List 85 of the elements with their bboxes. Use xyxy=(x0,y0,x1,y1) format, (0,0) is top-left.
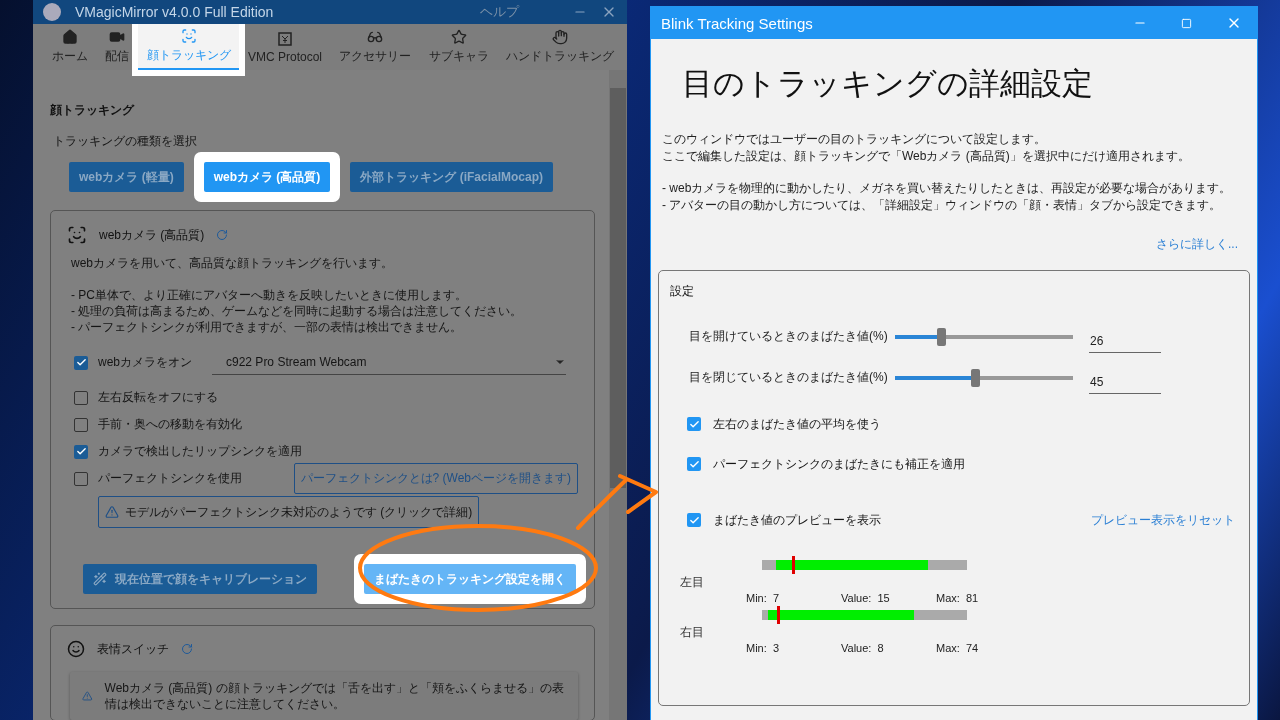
hand-icon xyxy=(552,29,569,45)
nav-tab[interactable]: VMC Protocol xyxy=(239,24,331,70)
square-icon xyxy=(277,30,293,47)
checkbox[interactable] xyxy=(687,417,701,431)
home-icon xyxy=(61,29,78,45)
magic-wand-icon xyxy=(93,572,107,586)
slider-thumb[interactable] xyxy=(971,368,981,387)
star-icon xyxy=(450,29,467,45)
checkbox-label: カメラで検出したリップシンクを適用 xyxy=(98,443,302,460)
checkbox-label: 左右反転をオフにする xyxy=(98,389,218,406)
checkbox[interactable] xyxy=(687,513,701,527)
window-title: Blink Tracking Settings xyxy=(661,14,814,32)
card-title: webカメラ (高品質) xyxy=(99,226,205,244)
smiley-icon xyxy=(67,640,85,658)
eye-label: 右目 xyxy=(680,623,705,641)
note-text: - 処理の負荷は高まるため、ゲームなどを同時に起動する場合は注意してください。 xyxy=(71,303,524,319)
slider-label: 目を閉じているときのまばたき値(%) xyxy=(689,369,889,386)
intro-text: ここで編集した設定は、顔トラッキングで「Webカメラ (高品質)」を選択中にだけ適用されます。 xyxy=(662,148,1191,165)
more-info-link[interactable]: さらに詳しく... xyxy=(1156,236,1238,253)
check-icon xyxy=(688,514,700,526)
nav-tab[interactable]: サブキャラ xyxy=(420,24,498,70)
slider-thumb[interactable] xyxy=(937,327,947,346)
maximize-icon xyxy=(1181,17,1192,29)
checkbox[interactable] xyxy=(687,457,701,471)
note-text: - webカメラを物理的に動かしたり、メガネを買い替えたりしたときは、再設定が必要な場合があります。 xyxy=(662,180,1233,197)
card-title: 表情スイッチ xyxy=(97,640,169,658)
check-icon xyxy=(75,357,87,368)
note-text: - PC単体で、より正確にアバターへ動きを反映したいときに使用します。 xyxy=(71,287,468,303)
calibrate-button[interactable]: 現在位置で顔をキャリブレーション xyxy=(83,564,317,594)
face-icon xyxy=(67,225,87,245)
checkbox-label: 左右のまばたき値の平均を使う xyxy=(713,415,881,433)
value-field[interactable]: 45 xyxy=(1089,371,1161,394)
camera-select[interactable]: c922 Pro Stream Webcam xyxy=(212,350,566,375)
check-icon xyxy=(688,458,700,470)
tracking-type-label: トラッキングの種類を選択 xyxy=(53,133,198,150)
face-icon xyxy=(180,28,197,44)
stat-text: Value: 8 xyxy=(841,642,885,654)
stat-text: Value: 15 xyxy=(841,592,891,604)
checkbox-label: 手前・奥への移動を有効化 xyxy=(98,416,242,433)
stat-text: Max: 81 xyxy=(936,592,980,604)
checkbox[interactable] xyxy=(74,355,88,370)
description-text: webカメラを用いて、高品質な顔トラッキングを行います。 xyxy=(71,255,394,271)
nav-tab[interactable]: ハンドトラッキング xyxy=(497,24,623,70)
stat-text: Max: 74 xyxy=(936,642,980,654)
slider-label: 目を開けているときのまばたき値(%) xyxy=(689,328,889,345)
warning-button[interactable]: モデルがパーフェクトシンク未対応のようです (クリックで詳細) xyxy=(98,496,480,528)
refresh-icon[interactable] xyxy=(216,229,229,241)
checkbox[interactable] xyxy=(74,444,88,459)
checkbox-label: まばたき値のプレビューを表示 xyxy=(713,511,881,529)
warning-icon xyxy=(82,688,93,704)
stat-text: Min: 7 xyxy=(746,592,781,604)
value-field[interactable]: 26 xyxy=(1089,330,1161,353)
nav-tab[interactable]: 配信 xyxy=(96,24,138,70)
scrollbar-thumb[interactable] xyxy=(610,88,626,488)
window-title: VMagicMirror v4.0.0 Full Edition xyxy=(75,4,275,20)
warning-text: Webカメラ (高品質) の顔トラッキングでは「舌を出す」と「頬をふくらませる」の表情は検出できないことに注意してください。 xyxy=(104,680,565,712)
checkbox[interactable] xyxy=(74,471,88,486)
warning-icon xyxy=(105,505,119,519)
checkbox[interactable] xyxy=(74,390,88,405)
link-button[interactable]: パーフェクトシンクとは? (Webページを開きます) xyxy=(293,463,578,494)
eye-label: 左目 xyxy=(680,573,705,591)
section-title: 顔トラッキング xyxy=(50,102,136,119)
help-menu[interactable]: ヘルプ xyxy=(480,3,519,21)
refresh-icon[interactable] xyxy=(181,643,193,655)
intro-text: このウィンドウではユーザーの目のトラッキングについて設定します。 xyxy=(662,131,1047,148)
page-heading: 目のトラッキングの詳細設定 xyxy=(682,65,1094,103)
group-title: 設定 xyxy=(670,283,695,300)
checkbox-label: パーフェクトシンクを使用 xyxy=(98,470,242,487)
nav-tab[interactable]: ホーム xyxy=(43,24,97,70)
checkbox-label: パーフェクトシンクのまばたきにも補正を適用 xyxy=(713,455,965,473)
checkbox-label: webカメラをオン xyxy=(98,354,192,371)
tracking-type-button[interactable]: 外部トラッキング (iFacialMocap) xyxy=(350,162,554,192)
reset-preview-link[interactable]: プレビュー表示をリセット xyxy=(1091,511,1235,529)
check-icon xyxy=(75,446,87,457)
video-camera-icon xyxy=(109,29,126,45)
nav-tab[interactable]: アクセサリー xyxy=(330,24,421,70)
scrollbar[interactable] xyxy=(609,70,627,720)
tracking-type-button[interactable]: webカメラ (軽量) xyxy=(69,162,184,192)
note-text: - パーフェクトシンクが利用できますが、一部の表情は検出できません。 xyxy=(71,319,464,335)
checkbox[interactable] xyxy=(74,417,88,432)
glasses-icon xyxy=(367,29,384,45)
stat-text: Min: 3 xyxy=(746,642,781,654)
check-icon xyxy=(688,418,700,430)
app-logo-icon xyxy=(43,3,61,21)
note-text: - アバターの目の動かし方については、「詳細設定」ウィンドウの「顔・表情」タブから設定できます。 xyxy=(662,197,1223,214)
